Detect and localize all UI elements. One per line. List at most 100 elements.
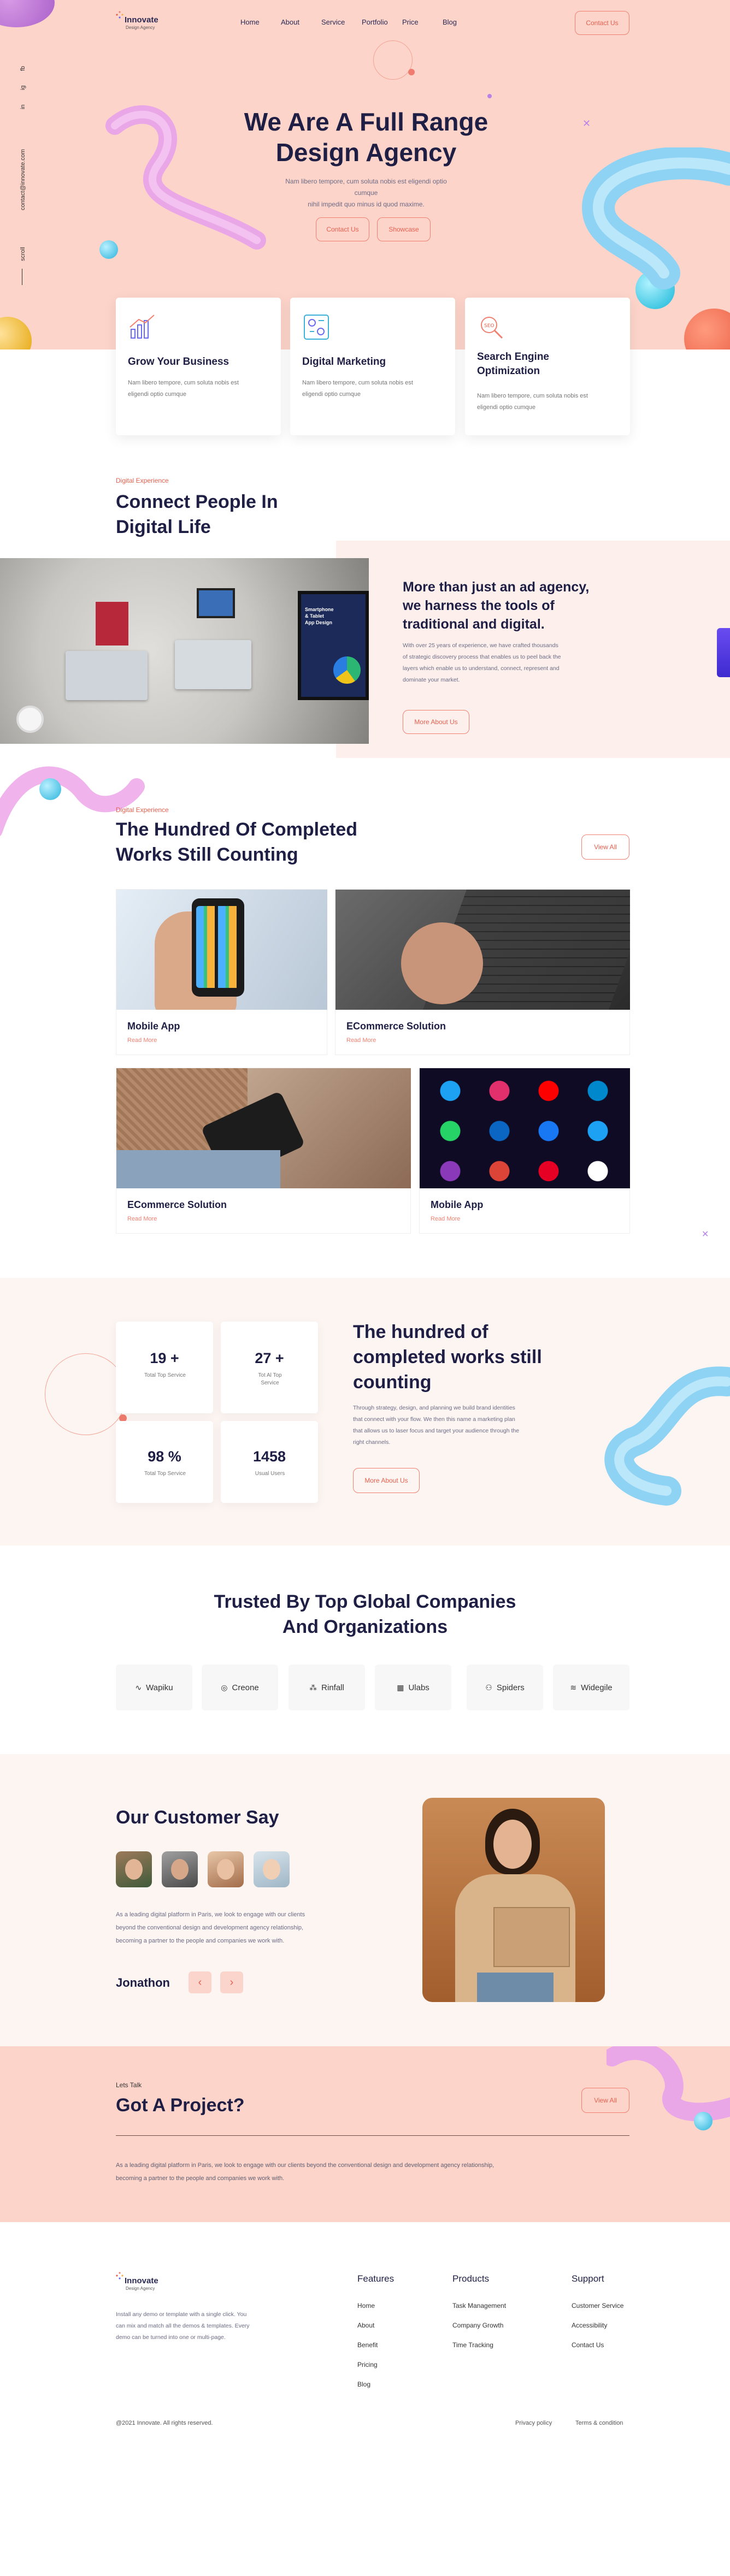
social-fb-link[interactable]: fb: [20, 66, 26, 71]
project-card[interactable]: ECommerce Solution Read More: [335, 889, 630, 1055]
nav-item-about[interactable]: About: [281, 18, 320, 26]
project-read-more-link[interactable]: Read More: [127, 1037, 157, 1044]
project-card[interactable]: Mobile App Read More: [419, 1068, 630, 1234]
testimonial-next-button[interactable]: ›: [220, 1971, 243, 1993]
hero-section: ✕ Innovate Design Agency Home About Serv…: [0, 0, 730, 350]
project-read-more-link[interactable]: Read More: [127, 1216, 157, 1222]
partner-logo-spiders[interactable]: ⚇ Spiders: [467, 1665, 543, 1710]
partner-logo-creone[interactable]: ◎ Creone: [202, 1665, 278, 1710]
footer-link[interactable]: Pricing: [357, 2361, 378, 2368]
footer-link[interactable]: Company Growth: [452, 2322, 503, 2329]
laptop-1: [66, 651, 148, 700]
spiders-icon: ⚇: [485, 1683, 492, 1692]
hero-subtitle-line1: Nam libero tempore, cum soluta nobis est…: [285, 177, 447, 197]
stat-label: Total Top Service: [144, 1372, 186, 1378]
hero-subtitle: Nam libero tempore, cum soluta nobis est…: [273, 176, 459, 210]
footer-link[interactable]: Contact Us: [572, 2341, 604, 2349]
chart-icon: [129, 315, 155, 339]
project-read-more-link[interactable]: Read More: [431, 1216, 460, 1222]
customer-avatar[interactable]: [254, 1851, 290, 1887]
decor-cross-icon: ✕: [702, 1230, 709, 1239]
cta-divider: [116, 2135, 629, 2136]
service-title: Grow Your Business: [128, 356, 229, 368]
hero-showcase-button[interactable]: Showcase: [377, 217, 431, 241]
footer-link[interactable]: Home: [357, 2302, 375, 2309]
nav-item-home[interactable]: Home: [240, 18, 280, 26]
project-read-more-link[interactable]: Read More: [346, 1037, 376, 1044]
social-in-link[interactable]: in: [20, 104, 26, 109]
nav-item-portfolio[interactable]: Portfolio: [362, 18, 401, 26]
footer-link[interactable]: Time Tracking: [452, 2341, 493, 2349]
decor-cross-icon: ✕: [582, 118, 591, 129]
cta-title: Got A Project?: [116, 2095, 245, 2116]
nav-item-price[interactable]: Price: [402, 18, 441, 26]
footer-link[interactable]: Accessibility: [572, 2322, 607, 2329]
service-title: Search Engine Optimization: [477, 351, 549, 377]
hero-contact-button[interactable]: Contact Us: [316, 217, 369, 241]
project-title: Mobile App: [431, 1199, 484, 1210]
stats-more-button[interactable]: More About Us: [353, 1468, 420, 1493]
projects-title: The Hundred Of Completed Works Still Cou…: [116, 819, 357, 865]
tablet-screen: [197, 588, 235, 618]
connect-title: Connect People In Digital Life: [116, 491, 278, 537]
cta-view-all-button[interactable]: View All: [581, 2088, 629, 2113]
service-card-grow[interactable]: Grow Your Business Nam libero tempore, c…: [116, 298, 281, 435]
social-ig-link[interactable]: ig: [20, 85, 26, 90]
partner-logo-wapiku[interactable]: ∿ Wapiku: [116, 1665, 192, 1710]
footer-terms-link[interactable]: Terms & condition: [575, 2420, 623, 2426]
stat-value: 1458: [252, 1448, 286, 1465]
hand-shape: [401, 922, 483, 1004]
creone-icon: ◎: [221, 1683, 228, 1692]
decor-circle-outline: [45, 1353, 127, 1435]
person-face: [493, 1820, 532, 1869]
decor-swirl-blue: [581, 147, 730, 289]
projects-eyebrow: Digital Experience: [116, 806, 169, 814]
project-image-shopping: [116, 1068, 411, 1188]
cta-eyebrow: Lets Talk: [116, 2081, 142, 2089]
customer-avatar[interactable]: [162, 1851, 198, 1887]
stat-card: 98 % Total Top Service: [116, 1421, 213, 1503]
service-desc: Nam libero tempore, cum soluta nobis est…: [302, 380, 413, 398]
nav-item-service[interactable]: Service: [321, 18, 361, 26]
footer-link[interactable]: Benefit: [357, 2341, 378, 2349]
nav-item-blog[interactable]: Blog: [443, 18, 482, 26]
decor-blob-purple: [0, 0, 55, 27]
project-title: ECommerce Solution: [346, 1021, 446, 1032]
connect-more-button[interactable]: More About Us: [403, 710, 469, 734]
project-card[interactable]: Mobile App Read More: [116, 889, 327, 1055]
projects-view-all-button[interactable]: View All: [581, 834, 629, 860]
footer-link[interactable]: Customer Service: [572, 2302, 623, 2309]
contact-email-link[interactable]: contact@innovate.com: [20, 149, 26, 210]
widegile-icon: ≋: [570, 1683, 577, 1692]
brand-logo[interactable]: Innovate Design Agency: [116, 10, 165, 37]
project-title: Mobile App: [127, 1021, 180, 1032]
connect-panel-text: With over 25 years of experience, we hav…: [403, 642, 561, 683]
coffee-cup: [16, 706, 44, 733]
footer-col-title: Features: [357, 2273, 395, 2284]
partner-logo-ulabs[interactable]: ▦ Ulabs: [375, 1665, 451, 1710]
hero-subtitle-line2: nihil impedit quo minus id quod maxime.: [308, 200, 425, 208]
service-card-seo[interactable]: SEO Search Engine Optimization Nam liber…: [465, 298, 630, 435]
footer-privacy-link[interactable]: Privacy policy: [515, 2420, 552, 2426]
partner-logo-rinfall[interactable]: ⁂ Rinfall: [289, 1665, 365, 1710]
main-nav: Home About Service Portfolio Price Blog: [240, 18, 483, 26]
footer-copyright: @2021 Innovate. All rights reserved.: [116, 2420, 213, 2426]
partner-logo-widegile[interactable]: ≋ Widegile: [553, 1665, 629, 1710]
footer-col-title: Products: [452, 2273, 490, 2284]
avatar-face: [125, 1859, 143, 1880]
testimonial-name: Jonathon: [116, 1976, 170, 1989]
brand-name: Innovate: [125, 15, 158, 25]
service-desc: Nam libero tempore, cum soluta nobis est…: [477, 393, 588, 411]
footer-logo[interactable]: Innovate Design Agency: [116, 2271, 165, 2298]
nav-contact-button[interactable]: Contact Us: [575, 11, 629, 35]
project-card[interactable]: ECommerce Solution Read More: [116, 1068, 411, 1234]
footer-link[interactable]: About: [357, 2322, 374, 2329]
testimonial-prev-button[interactable]: ‹: [189, 1971, 211, 1993]
footer-link[interactable]: Blog: [357, 2380, 370, 2388]
customer-avatar[interactable]: [116, 1851, 152, 1887]
phone-screen-apps: [196, 906, 240, 988]
cta-section-bg: [0, 2046, 730, 2222]
customer-avatar[interactable]: [208, 1851, 244, 1887]
service-card-marketing[interactable]: Digital Marketing Nam libero tempore, cu…: [290, 298, 455, 435]
footer-link[interactable]: Task Management: [452, 2302, 506, 2309]
